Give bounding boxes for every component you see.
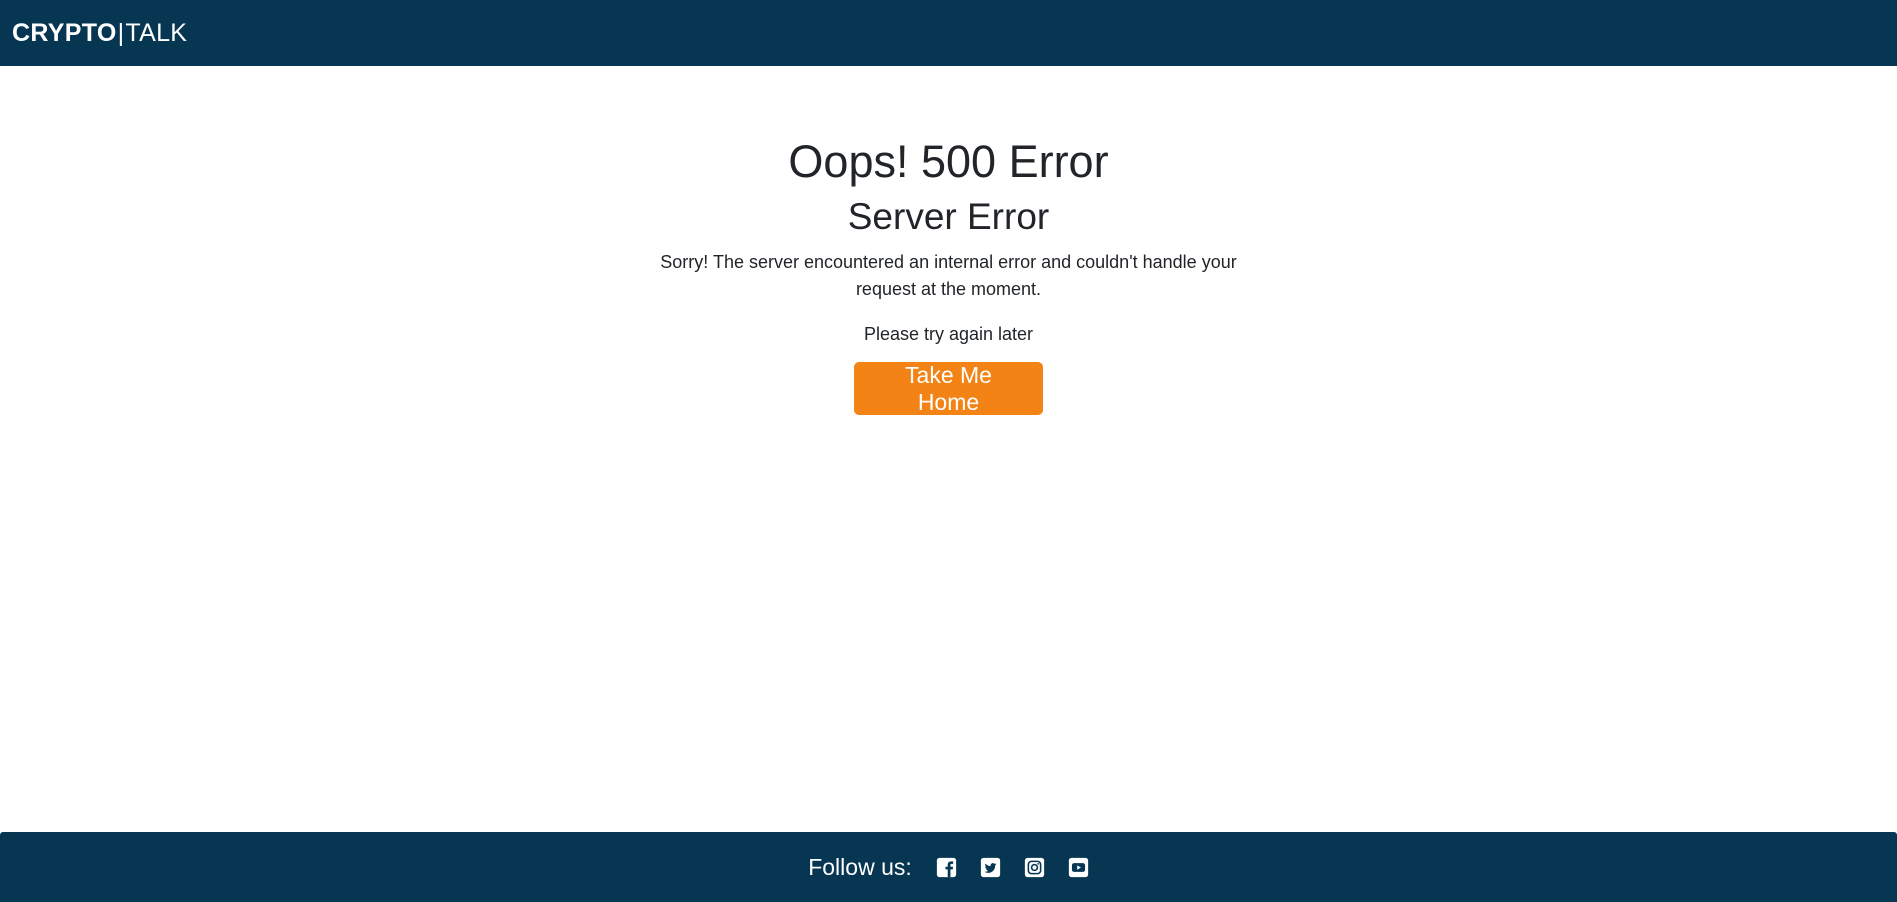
error-title: Oops! 500 Error <box>788 136 1109 187</box>
social-links <box>936 857 1089 878</box>
retry-text: Please try again later <box>863 324 1034 345</box>
facebook-icon[interactable] <box>936 857 957 878</box>
error-content: Oops! 500 Error Server Error Sorry! The … <box>0 66 1897 832</box>
instagram-icon[interactable] <box>1024 857 1045 878</box>
brand-separator: | <box>117 18 125 47</box>
error-subtitle: Server Error <box>847 196 1050 237</box>
brand-logo-link[interactable]: CRYPTO | TALK <box>12 19 187 48</box>
follow-us-label: Follow us: <box>808 853 912 880</box>
footer: Follow us: <box>0 832 1897 902</box>
brand-name-light: TALK <box>125 18 188 47</box>
take-me-home-button[interactable]: Take Me Home <box>854 362 1043 416</box>
error-message: Sorry! The server encountered an interna… <box>660 252 1237 300</box>
navbar: CRYPTO | TALK <box>0 0 1897 66</box>
brand-name-bold: CRYPTO <box>12 18 117 47</box>
youtube-icon[interactable] <box>1068 857 1089 878</box>
twitter-icon[interactable] <box>980 857 1001 878</box>
